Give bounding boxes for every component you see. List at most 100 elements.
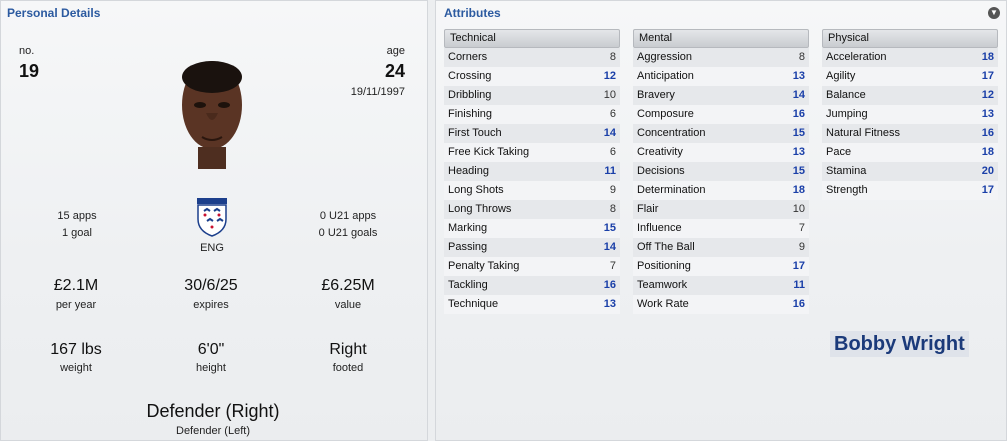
attribute-value: 11 bbox=[604, 165, 616, 177]
attribute-row[interactable]: Stamina 20 bbox=[822, 162, 998, 181]
attribute-value: 16 bbox=[981, 127, 994, 139]
wage-label: per year bbox=[55, 299, 97, 311]
physical-header: Physical bbox=[822, 29, 998, 48]
chevron-down-icon[interactable]: ▼ bbox=[988, 7, 1000, 19]
attribute-row[interactable]: Anticipation 13 bbox=[633, 67, 809, 86]
attribute-name: Heading bbox=[448, 165, 489, 177]
height-value: 6'0" bbox=[197, 341, 225, 358]
attribute-row[interactable]: Crossing 12 bbox=[444, 67, 620, 86]
weight-label: weight bbox=[60, 362, 92, 374]
attribute-row[interactable]: Jumping 13 bbox=[822, 105, 998, 124]
attribute-row[interactable]: Strength 17 bbox=[822, 181, 998, 200]
attribute-value: 14 bbox=[792, 89, 805, 101]
secondary-position: Defender (Left) bbox=[176, 425, 250, 437]
attribute-row[interactable]: Long Throws 8 bbox=[444, 200, 620, 219]
attribute-row[interactable]: Creativity 13 bbox=[633, 143, 809, 162]
attribute-value: 13 bbox=[792, 70, 805, 82]
attribute-name: Natural Fitness bbox=[826, 127, 900, 139]
attribute-row[interactable]: Free Kick Taking 6 bbox=[444, 143, 620, 162]
attribute-row[interactable]: Bravery 14 bbox=[633, 86, 809, 105]
attribute-row[interactable]: Finishing 6 bbox=[444, 105, 620, 124]
attribute-name: Pace bbox=[826, 146, 852, 158]
attribute-name: Influence bbox=[637, 222, 682, 234]
attribute-name: Teamwork bbox=[637, 279, 688, 291]
attribute-row[interactable]: Technique 13 bbox=[444, 295, 620, 314]
attribute-row[interactable]: Composure 16 bbox=[633, 105, 809, 124]
attribute-row[interactable]: Teamwork 11 bbox=[633, 276, 809, 295]
attribute-value: 17 bbox=[981, 184, 994, 196]
attribute-row[interactable]: Penalty Taking 7 bbox=[444, 257, 620, 276]
date-of-birth: 19/11/1997 bbox=[350, 86, 405, 98]
attribute-name: Determination bbox=[637, 184, 706, 196]
attribute-row[interactable]: Concentration 15 bbox=[633, 124, 809, 143]
attribute-row[interactable]: Flair 10 bbox=[633, 200, 809, 219]
attribute-row[interactable]: Determination 18 bbox=[633, 181, 809, 200]
attribute-row[interactable]: Influence 7 bbox=[633, 219, 809, 238]
contract-expiry-value: 30/6/25 bbox=[184, 277, 238, 294]
attribute-name: Corners bbox=[448, 51, 488, 63]
age-value: 24 bbox=[384, 61, 405, 81]
attribute-value: 16 bbox=[792, 108, 805, 120]
attribute-name: Free Kick Taking bbox=[448, 146, 530, 158]
attribute-row[interactable]: Pace 18 bbox=[822, 143, 998, 162]
attribute-value: 7 bbox=[609, 260, 616, 272]
attribute-name: Passing bbox=[448, 241, 488, 253]
attribute-row[interactable]: Natural Fitness 16 bbox=[822, 124, 998, 143]
attribute-row[interactable]: Dribbling 10 bbox=[444, 86, 620, 105]
attribute-value: 15 bbox=[603, 222, 616, 234]
attribute-row[interactable]: Heading 11 bbox=[444, 162, 620, 181]
attribute-value: 15 bbox=[792, 165, 805, 177]
attribute-row[interactable]: Marking 15 bbox=[444, 219, 620, 238]
number-value: 19 bbox=[19, 61, 40, 81]
attribute-name: Concentration bbox=[637, 127, 706, 139]
mental-header: Mental bbox=[633, 29, 809, 48]
attribute-value: 7 bbox=[798, 222, 805, 234]
attribute-row[interactable]: Acceleration 18 bbox=[822, 48, 998, 67]
wage-value: £2.1M bbox=[53, 277, 99, 294]
attribute-value: 16 bbox=[603, 279, 616, 291]
attribute-name: Composure bbox=[637, 108, 694, 120]
attribute-name: Strength bbox=[826, 184, 868, 196]
attribute-row[interactable]: Off The Ball 9 bbox=[633, 238, 809, 257]
attribute-value: 10 bbox=[792, 203, 805, 215]
attribute-name: Anticipation bbox=[637, 70, 694, 82]
attribute-row[interactable]: First Touch 14 bbox=[444, 124, 620, 143]
attribute-row[interactable]: Passing 14 bbox=[444, 238, 620, 257]
player-name: Bobby Wright bbox=[830, 331, 969, 357]
attribute-value: 17 bbox=[792, 260, 805, 272]
attribute-row[interactable]: Agility 17 bbox=[822, 67, 998, 86]
attribute-row[interactable]: Balance 12 bbox=[822, 86, 998, 105]
attribute-row[interactable]: Corners 8 bbox=[444, 48, 620, 67]
attribute-name: Balance bbox=[826, 89, 866, 101]
attributes-panel: Attributes ▼ Technical Corners 8 Crossing 1… bbox=[435, 0, 1007, 441]
attribute-name: Penalty Taking bbox=[448, 260, 520, 272]
attribute-name: Agility bbox=[826, 70, 856, 82]
attribute-name: Jumping bbox=[826, 108, 868, 120]
attribute-value: 16 bbox=[792, 298, 805, 310]
attribute-row[interactable]: Positioning 17 bbox=[633, 257, 809, 276]
attribute-value: 13 bbox=[792, 146, 805, 158]
attribute-name: Flair bbox=[637, 203, 659, 215]
attribute-value: 13 bbox=[981, 108, 994, 120]
attribute-value: 17 bbox=[981, 70, 994, 82]
attribute-row[interactable]: Work Rate 16 bbox=[633, 295, 809, 314]
attribute-value: 6 bbox=[609, 108, 616, 120]
age-label: age bbox=[386, 45, 405, 57]
attribute-row[interactable]: Decisions 15 bbox=[633, 162, 809, 181]
attribute-name: Dribbling bbox=[448, 89, 492, 101]
attribute-name: Crossing bbox=[448, 70, 492, 82]
attribute-row[interactable]: Tackling 16 bbox=[444, 276, 620, 295]
attributes-title: Attributes bbox=[444, 6, 501, 20]
height-label: height bbox=[196, 362, 226, 374]
attribute-value: 20 bbox=[981, 165, 994, 177]
personal-details-title: Personal Details bbox=[7, 6, 101, 20]
attribute-value: 8 bbox=[798, 51, 805, 63]
footed-value: Right bbox=[329, 341, 367, 358]
player-portrait bbox=[182, 61, 242, 169]
attribute-row[interactable]: Long Shots 9 bbox=[444, 181, 620, 200]
mental-rows: Aggression 8 Anticipation 13 Bravery 14 Compos… bbox=[633, 48, 809, 314]
physical-column: Physical Acceleration 18 Agility 17 Balance 1… bbox=[822, 29, 998, 200]
attribute-name: Technique bbox=[448, 298, 499, 310]
attribute-row[interactable]: Aggression 8 bbox=[633, 48, 809, 67]
attribute-value: 9 bbox=[609, 184, 616, 196]
